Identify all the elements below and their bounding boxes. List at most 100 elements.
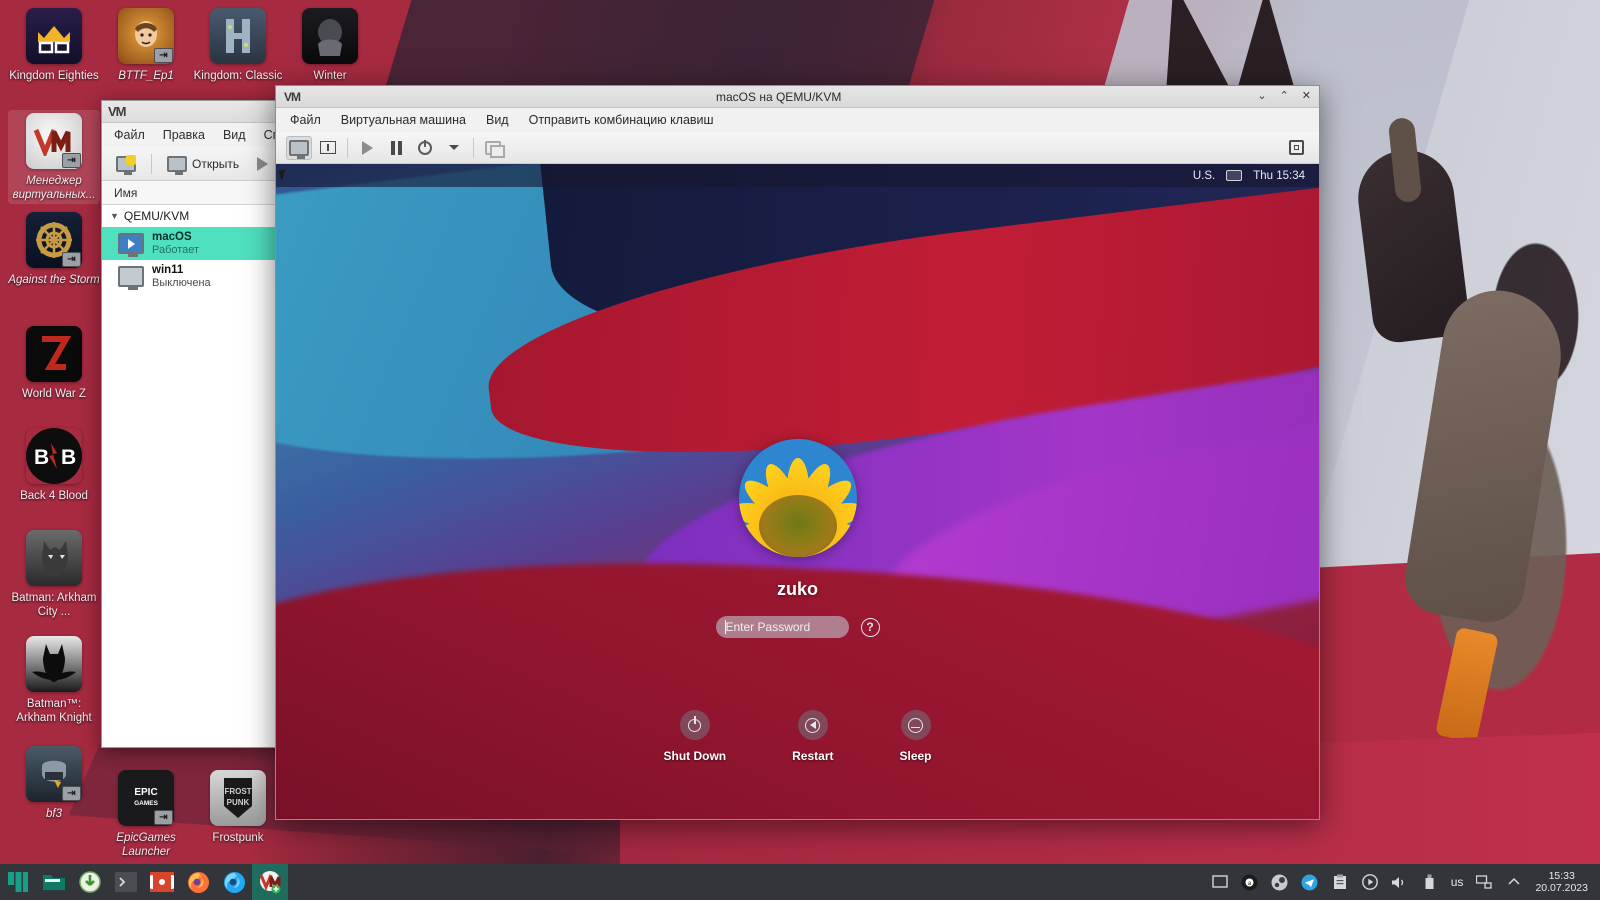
desktop-icon[interactable]: Kingdom Eighties [8,8,100,83]
desktop-icon[interactable]: Batman: Arkham City ... [8,530,100,619]
shut-down-button[interactable]: Shut Down [663,710,726,763]
chevron-down-icon[interactable]: ▼ [110,211,119,221]
macos-menubar[interactable]: U.S. Thu 15:34 [276,164,1319,187]
shut-down-label: Shut Down [663,749,727,763]
login-panel: zuko Enter Password ? [276,439,1319,638]
media-player-icon[interactable] [1361,873,1379,891]
sunflower-center [758,495,837,557]
telegram-icon[interactable] [1301,873,1319,891]
desktop-icon-image [26,530,82,586]
column-name-label: Имя [114,185,138,200]
menu-view[interactable]: Вид [223,128,246,142]
new-vm-button[interactable] [110,153,142,175]
desktop-icon[interactable]: Against the Storm [8,212,100,287]
run-vm-button[interactable] [251,154,274,174]
shutdown-dropdown-button[interactable] [441,136,467,160]
snapshots-button[interactable] [480,136,506,160]
desktop-icon[interactable]: B B Back 4 Blood [8,428,100,503]
macos-guest-screen[interactable]: U.S. Thu 15:34 zuko Enter Password ? Shu… [276,164,1319,819]
login-actions[interactable]: Shut Down Restart Sleep [276,710,1319,763]
desktop-icon[interactable]: BTTF_Ep1 [100,8,192,83]
desktop-icon[interactable]: Batman™: Arkham Knight [8,636,100,725]
taskbar[interactable]: a us 15:33 20.07.2023 [0,864,1600,900]
desktop-icon[interactable]: World War Z [8,326,100,401]
taskbar-launcher-manjaro-menu[interactable] [0,864,36,900]
keyboard-layout-indicator[interactable]: us [1451,875,1464,889]
desktop-icon-image [26,8,82,64]
menu-virtual-machine[interactable]: Виртуальная машина [341,113,466,127]
desktop-icon-label: Менеджер виртуальных... [12,175,96,201]
password-placeholder: Enter Password [725,620,811,634]
desktop-icon-label: Batman™: Arkham Knight [16,698,92,724]
taskbar-launcher-downloads[interactable] [72,864,108,900]
taskbar-launcher-terminal[interactable] [108,864,144,900]
shortcut-badge-icon [154,48,173,63]
volume-icon[interactable] [1391,873,1409,891]
restart-icon [805,717,821,733]
svg-text:GAMES: GAMES [134,800,159,807]
power-icon [688,715,702,732]
pause-icon [390,140,402,155]
restart-button[interactable]: Restart [792,710,834,763]
input-source-label[interactable]: U.S. [1193,170,1215,182]
open-vm-button[interactable]: Открыть [161,153,245,175]
ublock-icon[interactable]: a [1241,873,1259,891]
svg-text:B: B [61,446,76,469]
display-icon[interactable] [1211,873,1229,891]
vm-window-toolbar[interactable] [276,132,1319,164]
desktop-icon[interactable]: Менеджер виртуальных... [8,110,100,204]
password-input[interactable]: Enter Password [715,616,849,638]
vm-window-logo: VM [284,89,301,104]
desktop-icon-image [302,8,358,64]
menu-send-key[interactable]: Отправить комбинацию клавиш [529,113,714,127]
desktop-icon-label: World War Z [22,388,86,400]
desktop-icon-image [118,8,174,64]
menu-file[interactable]: Файл [290,113,321,127]
close-button[interactable]: ✕ [1302,91,1311,102]
desktop-icon[interactable]: Kingdom: Classic [192,8,284,83]
menu-file[interactable]: Файл [114,128,145,142]
menu-edit[interactable]: Правка [163,128,205,142]
desktop-icon[interactable]: bf3 [8,746,100,821]
desktop-icon[interactable]: Winter [284,8,376,83]
sleep-icon [908,717,923,733]
avatar[interactable] [738,439,857,557]
desktop-icon[interactable]: EPIC GAMES EpicGames Launcher [100,770,192,859]
maximize-button[interactable]: ⌃ [1280,91,1289,102]
taskbar-launcher-double-commander[interactable] [144,864,180,900]
vm-window-menubar[interactable]: Файл Виртуальная машина Вид Отправить ко… [276,108,1319,132]
taskbar-launcher-file-manager[interactable] [36,864,72,900]
vm-console-window[interactable]: VM macOS на QEMU/KVM ⌄ ⌃ ✕ Файл Виртуаль… [275,85,1320,820]
details-view-icon [320,141,336,154]
console-view-button[interactable] [286,135,312,160]
run-button[interactable] [354,136,380,160]
sleep-label: Sleep [899,749,932,763]
usb-icon[interactable] [1421,873,1439,891]
taskbar-launcher-virt-manager[interactable] [252,864,288,900]
taskbar-launcher-firefox[interactable] [180,864,216,900]
clipboard-icon[interactable] [1331,873,1349,891]
shutdown-icon [418,139,432,155]
pause-button[interactable] [383,136,409,160]
open-icon [167,155,187,175]
desktop-icon-label: Batman: Arkham City ... [11,592,97,618]
minimize-button[interactable]: ⌄ [1257,91,1266,102]
desktop-icon-image: FROST PUNK [210,770,266,826]
expand-icon[interactable] [1505,873,1523,891]
toolbar-separator [151,153,152,174]
taskbar-clock[interactable]: 15:33 20.07.2023 [1535,870,1588,894]
shutdown-button[interactable] [412,136,438,160]
taskbar-launcher-firefox-developer[interactable] [216,864,252,900]
system-tray[interactable]: a us 15:33 20.07.2023 [1211,870,1600,894]
password-hint-button[interactable]: ? [860,617,880,637]
desktop-icon[interactable]: FROST PUNK Frostpunk [192,770,284,845]
details-view-button[interactable] [315,136,341,160]
menu-view[interactable]: Вид [486,113,509,127]
keyboard-icon[interactable] [1226,170,1243,181]
network-icon[interactable] [1475,873,1493,891]
shortcut-badge-icon [154,810,173,825]
steam-icon[interactable] [1271,873,1289,891]
vm-window-titlebar[interactable]: VM macOS на QEMU/KVM ⌄ ⌃ ✕ [276,86,1319,108]
sleep-button[interactable]: Sleep [900,710,932,763]
fullscreen-button[interactable] [1283,136,1309,160]
